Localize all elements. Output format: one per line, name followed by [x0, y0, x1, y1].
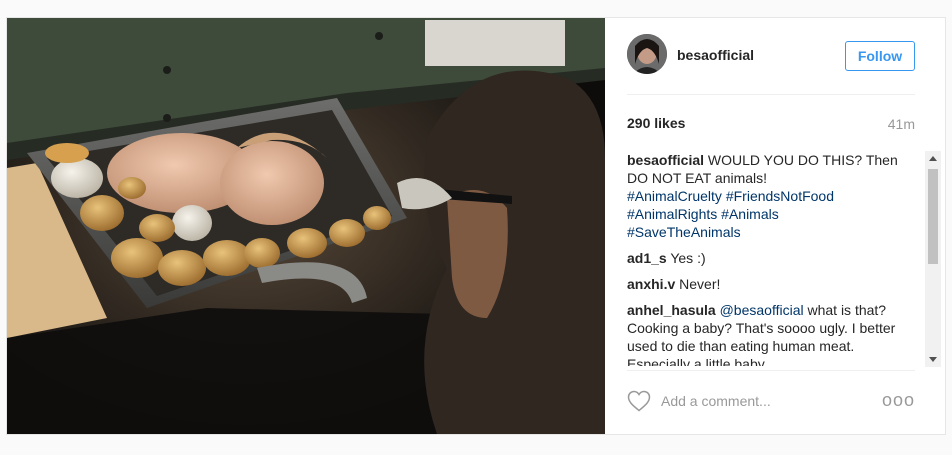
caption: besaofficial WOULD YOU DO THIS? Then DO … — [627, 151, 915, 241]
post-photo[interactable] — [7, 18, 605, 434]
add-comment-input[interactable] — [661, 390, 871, 412]
hashtag[interactable]: #SaveTheAnimals — [627, 224, 741, 240]
post-stats: 290 likes 41m — [627, 115, 915, 135]
likes-count[interactable]: 290 likes — [627, 115, 685, 131]
post-footer: ooo — [627, 370, 915, 435]
side-panel: besaofficial Follow 290 likes 41m besaof… — [605, 18, 945, 434]
comment-text: Never! — [679, 276, 721, 292]
comment-mention[interactable]: @besaofficial — [720, 302, 804, 318]
post-header: besaofficial Follow — [627, 18, 915, 95]
comment-username[interactable]: anhel_hasula — [627, 302, 716, 318]
comments-scrollbar[interactable] — [925, 151, 941, 367]
heart-icon[interactable] — [627, 390, 651, 412]
avatar[interactable] — [627, 34, 667, 74]
hashtag[interactable]: #AnimalRights — [627, 206, 717, 222]
scrollbar-thumb[interactable] — [928, 169, 938, 264]
hashtag[interactable]: #Animals — [721, 206, 779, 222]
comment-item: anxhi.v Never! — [627, 275, 915, 293]
caption-username[interactable]: besaofficial — [627, 152, 704, 168]
scroll-down-arrow-icon[interactable] — [929, 357, 937, 362]
comment-list[interactable]: besaofficial WOULD YOU DO THIS? Then DO … — [627, 151, 915, 366]
more-options-icon[interactable]: ooo — [882, 391, 915, 409]
hashtag[interactable]: #AnimalCruelty — [627, 188, 722, 204]
comment-username[interactable]: ad1_s — [627, 250, 667, 266]
comment-item: anhel_hasula @besaofficial what is that?… — [627, 301, 915, 366]
scroll-up-arrow-icon[interactable] — [929, 156, 937, 161]
photo-illustration — [7, 18, 605, 434]
post-time[interactable]: 41m — [888, 116, 915, 132]
follow-button[interactable]: Follow — [845, 41, 915, 71]
username[interactable]: besaofficial — [677, 47, 754, 63]
post-card: besaofficial Follow 290 likes 41m besaof… — [6, 17, 946, 435]
comment-text: Yes :) — [670, 250, 706, 266]
comment-item: ad1_s Yes :) — [627, 249, 915, 267]
comment-username[interactable]: anxhi.v — [627, 276, 675, 292]
hashtag[interactable]: #FriendsNotFood — [726, 188, 834, 204]
